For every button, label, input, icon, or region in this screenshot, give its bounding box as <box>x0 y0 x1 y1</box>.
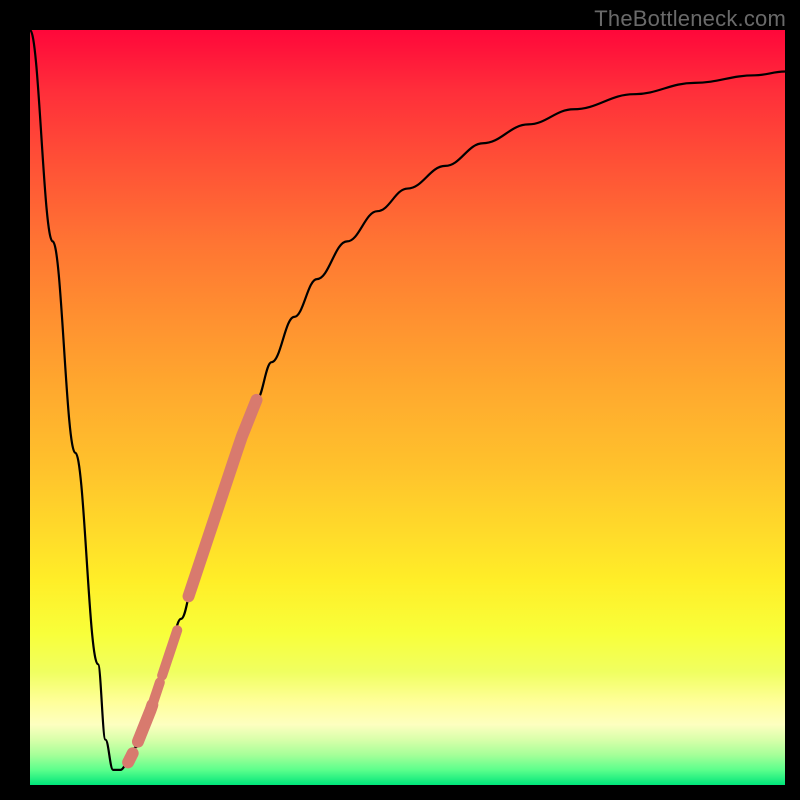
bottleneck-curve <box>30 30 785 770</box>
highlight-segment <box>128 753 133 762</box>
highlight-markers <box>128 400 256 762</box>
highlight-segment <box>162 630 177 675</box>
plot-area <box>30 30 785 785</box>
chart-frame: TheBottleneck.com <box>0 0 800 800</box>
highlight-segment <box>189 400 257 596</box>
curve-layer <box>30 30 785 785</box>
attribution-text: TheBottleneck.com <box>594 6 786 32</box>
highlight-segment <box>138 705 152 742</box>
